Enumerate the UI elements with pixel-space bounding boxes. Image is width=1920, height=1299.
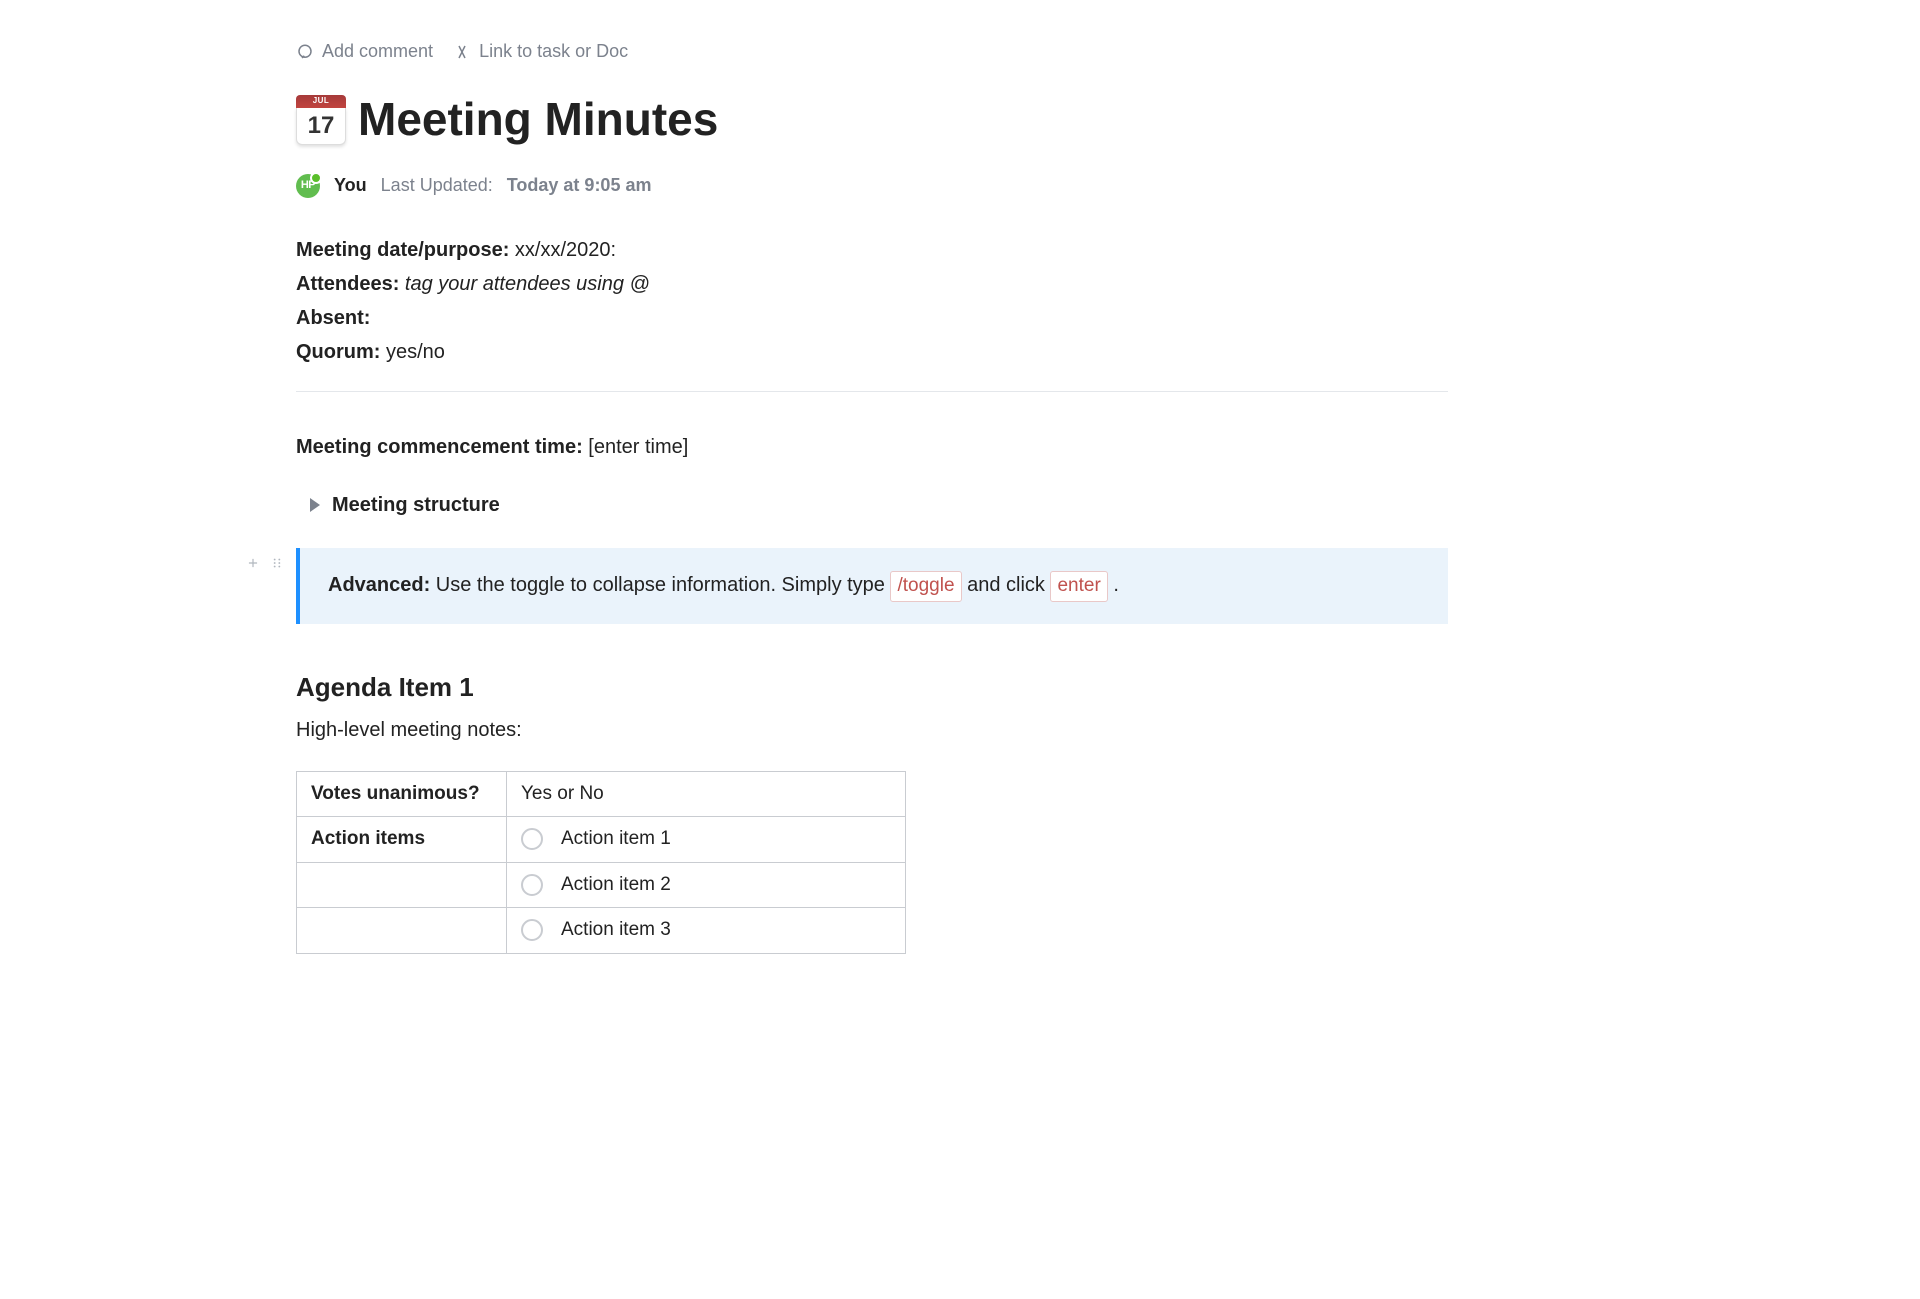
actions-label-empty[interactable] xyxy=(297,908,507,954)
chevron-right-icon[interactable] xyxy=(310,498,320,512)
quorum-line[interactable]: Quorum: yes/no xyxy=(296,337,1448,367)
attendees-label: Attendees: xyxy=(296,273,399,295)
absent-label: Absent: xyxy=(296,307,370,329)
plus-icon[interactable] xyxy=(246,556,260,570)
divider xyxy=(296,391,1448,392)
block-gutter xyxy=(246,556,284,570)
calendar-day: 17 xyxy=(296,108,346,145)
drag-handle-icon[interactable] xyxy=(270,556,284,570)
action-item-text: Action item 2 xyxy=(561,871,671,900)
attendees-line[interactable]: Attendees: tag your attendees using @ xyxy=(296,269,1448,299)
action-item-text: Action item 3 xyxy=(561,916,671,945)
table-row: Action item 3 xyxy=(297,908,906,954)
date-purpose-line[interactable]: Meeting date/purpose: xx/xx/2020: xyxy=(296,235,1448,265)
action-item-text: Action item 1 xyxy=(561,825,671,854)
author-you: You xyxy=(334,172,367,199)
updated-value: Today at 9:05 am xyxy=(507,172,652,199)
agenda-heading[interactable]: Agenda Item 1 xyxy=(296,668,1448,707)
doc-toolbar: Add comment Link to task or Doc xyxy=(296,38,1448,65)
comment-icon xyxy=(296,43,314,61)
add-comment-label: Add comment xyxy=(322,38,433,65)
quorum-label: Quorum: xyxy=(296,341,380,363)
toggle-label: Meeting structure xyxy=(332,490,500,520)
toggle-command-chip: /toggle xyxy=(890,571,961,602)
table-row: Action item 2 xyxy=(297,862,906,908)
add-comment-button[interactable]: Add comment xyxy=(296,38,433,65)
title-row: 17 Meeting Minutes xyxy=(296,85,1448,154)
avatar[interactable]: HP xyxy=(296,174,320,198)
radio-icon[interactable] xyxy=(521,919,543,941)
radio-icon[interactable] xyxy=(521,874,543,896)
date-purpose-value: xx/xx/2020: xyxy=(515,239,616,261)
callout-body-1: Use the toggle to collapse information. … xyxy=(430,574,890,596)
actions-label[interactable]: Action items xyxy=(297,817,507,863)
page-title[interactable]: Meeting Minutes xyxy=(358,85,718,154)
advanced-callout[interactable]: Advanced: Use the toggle to collapse inf… xyxy=(296,548,1448,624)
callout-prefix: Advanced: xyxy=(328,574,430,596)
meeting-structure-toggle[interactable]: Meeting structure xyxy=(310,490,1448,520)
link-task-label: Link to task or Doc xyxy=(479,38,628,65)
agenda-subheading[interactable]: High-level meeting notes: xyxy=(296,715,1448,745)
action-item-cell[interactable]: Action item 3 xyxy=(507,908,906,954)
callout-body-3: . xyxy=(1108,574,1119,596)
commencement-line[interactable]: Meeting commencement time: [enter time] xyxy=(296,432,1448,462)
date-purpose-label: Meeting date/purpose: xyxy=(296,239,509,261)
doc-meta: HP You Last Updated: Today at 9:05 am xyxy=(296,172,1448,199)
action-item-cell[interactable]: Action item 1 xyxy=(507,817,906,863)
agenda-table: Votes unanimous? Yes or No Action items … xyxy=(296,771,906,954)
action-item-cell[interactable]: Action item 2 xyxy=(507,862,906,908)
link-icon xyxy=(453,43,471,61)
attendees-value: tag your attendees using @ xyxy=(405,273,650,295)
table-row: Action items Action item 1 xyxy=(297,817,906,863)
quorum-value: yes/no xyxy=(386,341,445,363)
calendar-icon: 17 xyxy=(296,95,346,145)
radio-icon[interactable] xyxy=(521,828,543,850)
commencement-value: [enter time] xyxy=(588,436,688,458)
link-task-button[interactable]: Link to task or Doc xyxy=(453,38,628,65)
table-row: Votes unanimous? Yes or No xyxy=(297,771,906,817)
callout-body-2: and click xyxy=(962,574,1051,596)
commencement-label: Meeting commencement time: xyxy=(296,436,583,458)
votes-value[interactable]: Yes or No xyxy=(507,771,906,817)
updated-label: Last Updated: xyxy=(381,172,493,199)
absent-line[interactable]: Absent: xyxy=(296,303,1448,333)
votes-label[interactable]: Votes unanimous? xyxy=(297,771,507,817)
actions-label-empty[interactable] xyxy=(297,862,507,908)
enter-key-chip: enter xyxy=(1050,571,1107,602)
